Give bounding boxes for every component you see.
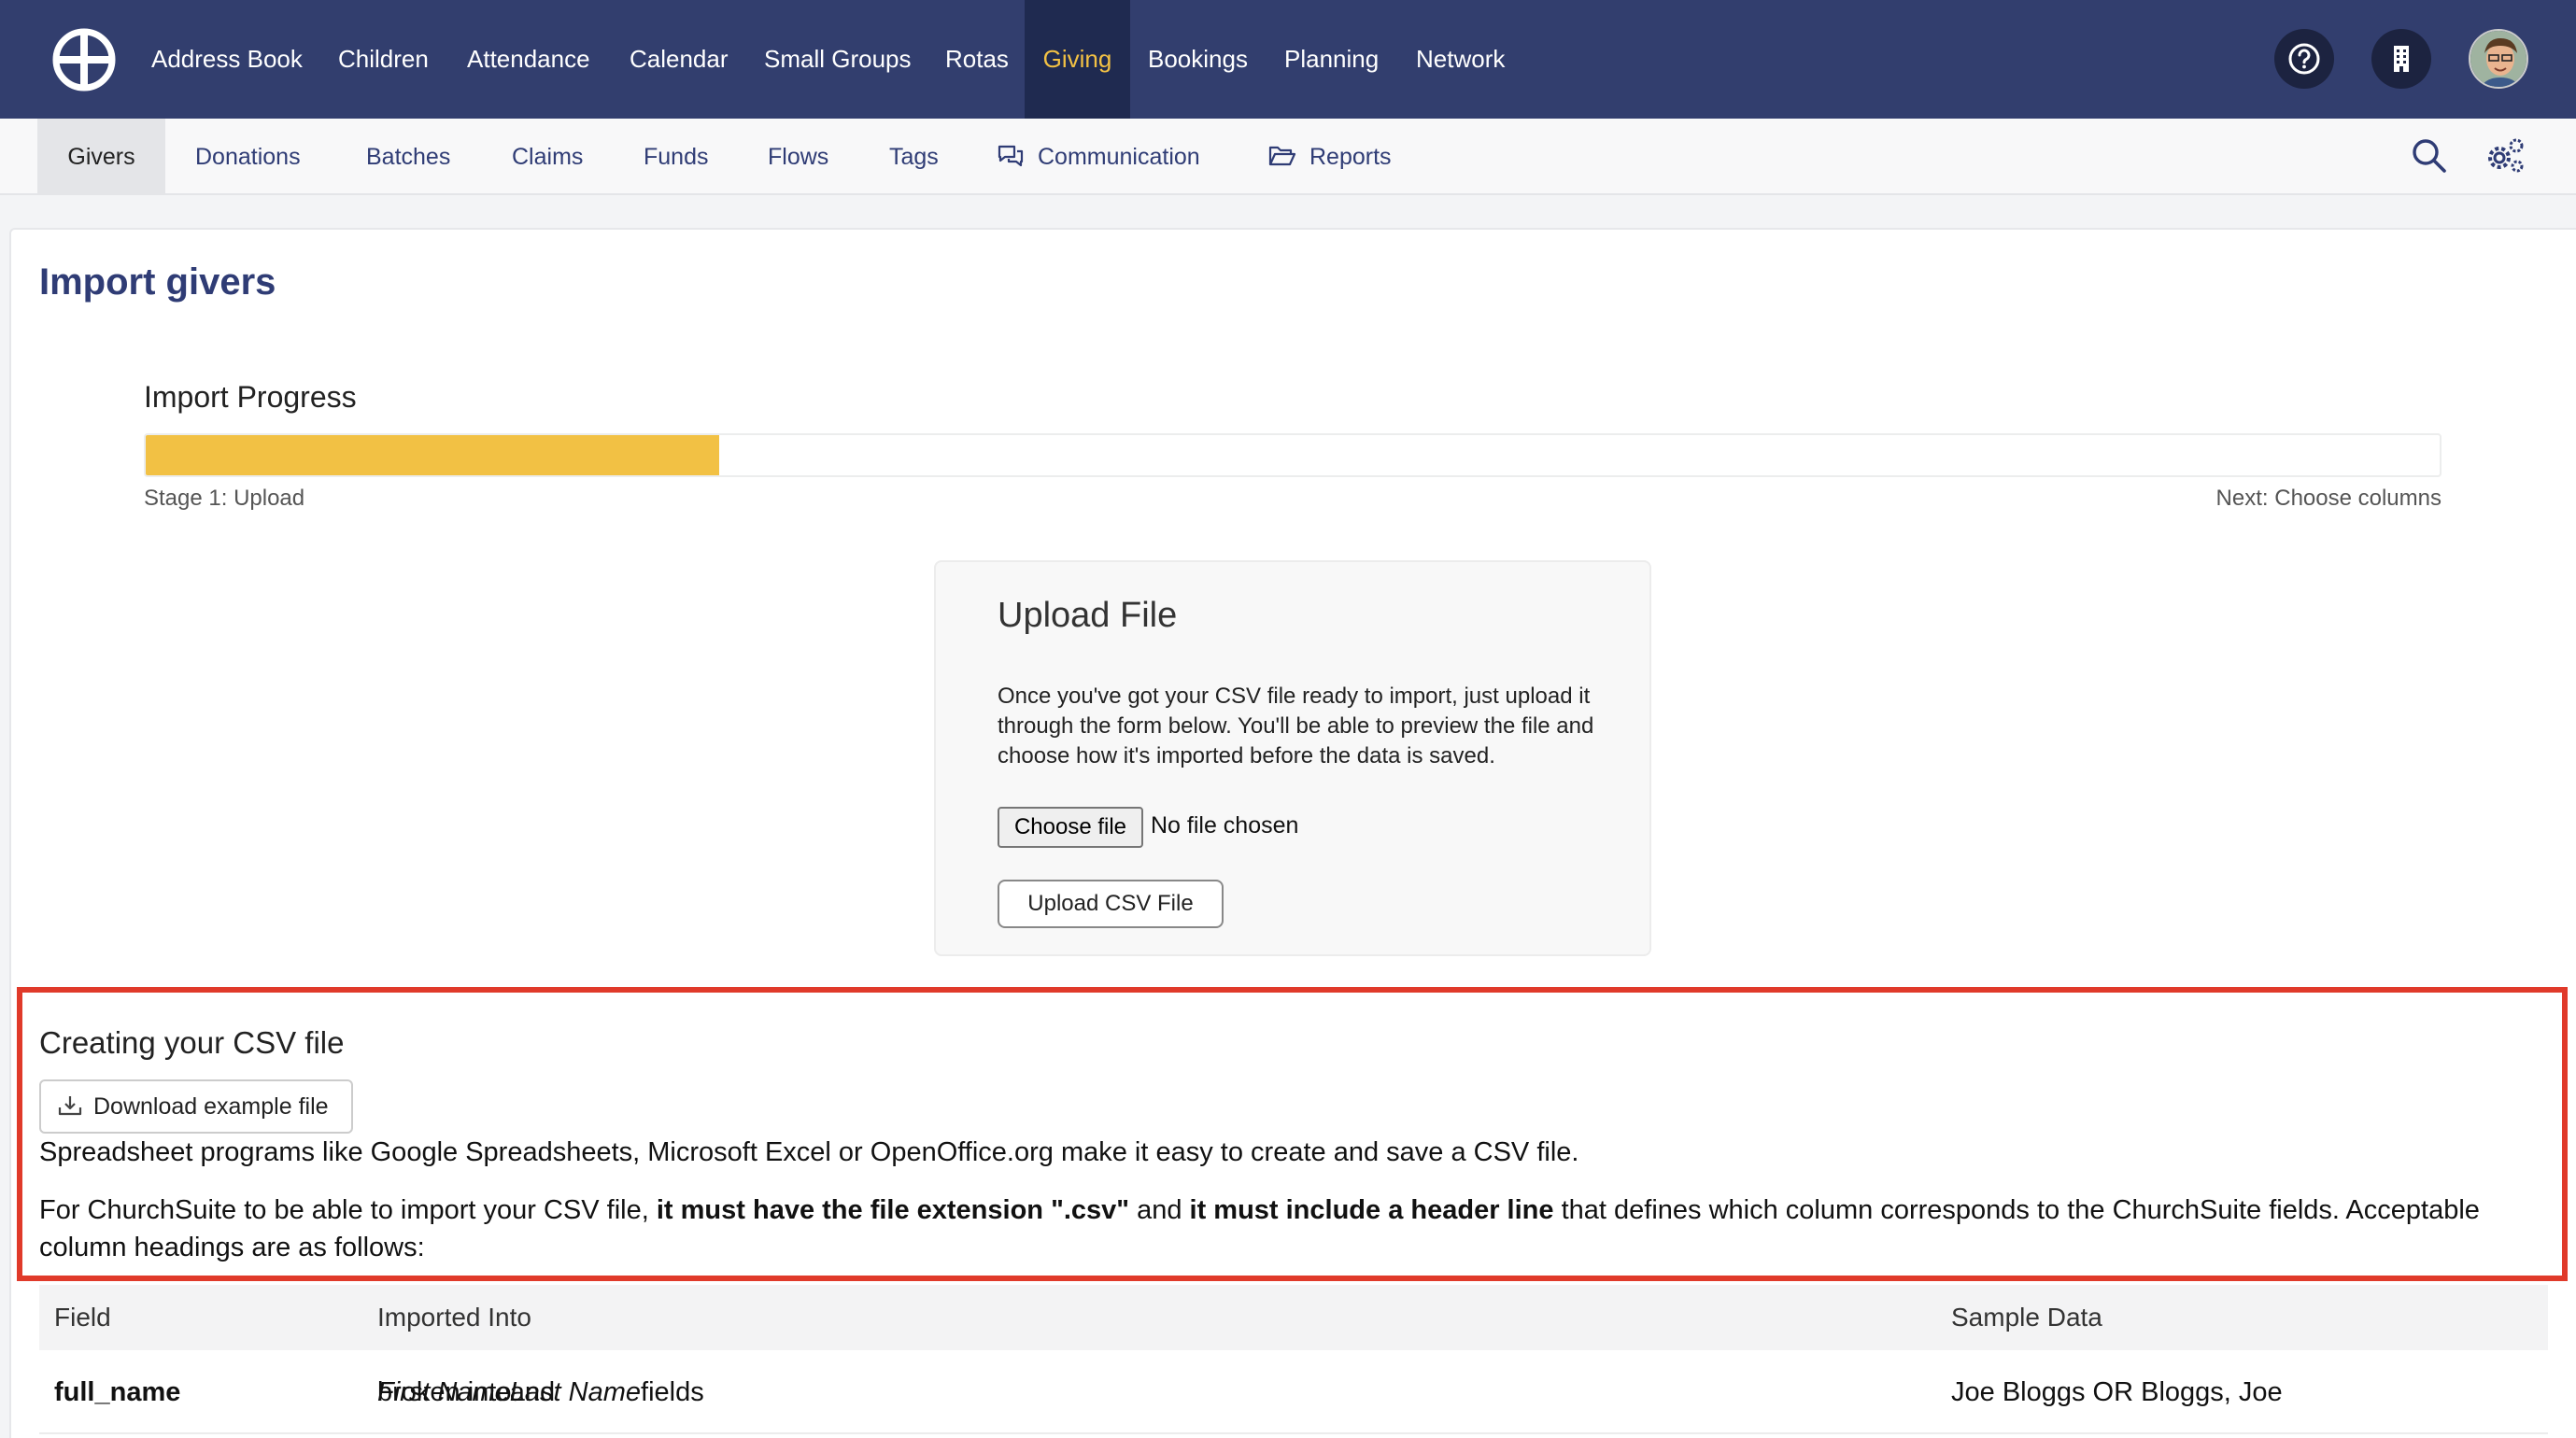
folder-open-icon <box>1268 147 1296 166</box>
upload-csv-button[interactable]: Upload CSV File <box>998 880 1224 928</box>
header-field: Field <box>54 1303 111 1332</box>
tab-tags[interactable]: Tags <box>889 119 939 195</box>
csv-extension-requirement: it must have the file extension ".csv" <box>656 1195 1130 1225</box>
tab-givers[interactable]: Givers <box>37 119 165 195</box>
import-progress-fill <box>146 435 719 475</box>
csv-intro-text: Spreadsheet programs like Google Spreads… <box>39 1137 1579 1167</box>
table-row: full_name broken into First Name and Las… <box>39 1350 2548 1434</box>
nav-address-book[interactable]: Address Book <box>151 0 303 119</box>
tab-communication[interactable]: Communication <box>997 119 1200 195</box>
tab-reports-label: Reports <box>1309 144 1392 170</box>
csv-header-requirement: it must include a header line <box>1189 1195 1554 1225</box>
download-example-button[interactable]: Download example file <box>39 1079 353 1134</box>
user-avatar-icon <box>2470 31 2526 87</box>
header-sample-data: Sample Data <box>1951 1303 2102 1332</box>
upload-file-card: Upload File Once you've got your CSV fil… <box>934 560 1651 956</box>
nav-network[interactable]: Network <box>1416 0 1505 119</box>
field-name-cell: full_name <box>54 1377 181 1407</box>
tab-claims[interactable]: Claims <box>512 119 583 195</box>
upload-file-description: Once you've got your CSV file ready to i… <box>998 684 1594 768</box>
nav-children[interactable]: Children <box>338 0 429 119</box>
tab-flows[interactable]: Flows <box>768 119 828 195</box>
page-title: Import givers <box>39 261 276 303</box>
csv-requirements-part: For ChurchSuite to be able to import you… <box>39 1195 657 1225</box>
imported-into-part: fields <box>641 1377 704 1407</box>
sample-data-cell: Joe Bloggs OR Bloggs, Joe <box>1951 1377 2283 1407</box>
choose-file-button[interactable]: Choose file <box>998 807 1143 848</box>
creating-csv-heading: Creating your CSV file <box>39 1025 345 1060</box>
churchsuite-logo-icon[interactable] <box>52 28 116 92</box>
nav-calendar[interactable]: Calendar <box>630 0 729 119</box>
header-imported-into: Imported Into <box>377 1303 531 1332</box>
tab-batches[interactable]: Batches <box>366 119 450 195</box>
nav-attendance[interactable]: Attendance <box>467 0 590 119</box>
next-stage-text: Next: Choose columns <box>2215 486 2442 511</box>
organisation-button[interactable] <box>2371 29 2431 89</box>
column-headings-table: Field Imported Into Sample Data full_nam… <box>39 1285 2548 1434</box>
nav-rotas[interactable]: Rotas <box>945 0 1009 119</box>
nav-giving[interactable]: Giving <box>1025 0 1130 119</box>
csv-requirements-part: and <box>1129 1195 1190 1225</box>
section-sub-navigation: Givers Donations Batches Claims Funds Fl… <box>0 119 2576 195</box>
user-avatar[interactable] <box>2469 29 2528 89</box>
tab-reports[interactable]: Reports <box>1268 119 1392 195</box>
upload-file-title: Upload File <box>998 596 1178 635</box>
nav-bookings[interactable]: Bookings <box>1148 0 1248 119</box>
building-icon <box>2394 46 2409 72</box>
download-tray-icon <box>58 1095 82 1115</box>
nav-small-groups[interactable]: Small Groups <box>764 0 912 119</box>
table-header-row: Field Imported Into Sample Data <box>39 1285 2548 1350</box>
tab-funds[interactable]: Funds <box>644 119 708 195</box>
import-progress-bar <box>144 433 2442 477</box>
help-icon <box>2288 43 2320 75</box>
top-navigation-bar: Address Book Children Attendance Calenda… <box>0 0 2576 119</box>
import-progress-label: Import Progress <box>144 380 357 414</box>
current-stage-text: Stage 1: Upload <box>144 486 305 511</box>
tab-communication-label: Communication <box>1038 144 1200 170</box>
tab-donations[interactable]: Donations <box>195 119 301 195</box>
search-icon[interactable] <box>2411 137 2448 175</box>
no-file-chosen-text: No file chosen <box>1151 812 1299 839</box>
download-example-label: Download example file <box>93 1093 329 1120</box>
chat-bubbles-icon <box>998 146 1024 167</box>
imported-into-cell: broken into First Name and Last Name fie… <box>377 1350 704 1434</box>
imported-into-part: broken into <box>377 1377 512 1407</box>
csv-requirements-text: For ChurchSuite to be able to import you… <box>39 1191 2542 1266</box>
settings-gears-icon[interactable] <box>2484 137 2526 175</box>
imported-into-part: and <box>509 1377 556 1407</box>
nav-planning[interactable]: Planning <box>1284 0 1379 119</box>
help-button[interactable] <box>2274 29 2334 89</box>
